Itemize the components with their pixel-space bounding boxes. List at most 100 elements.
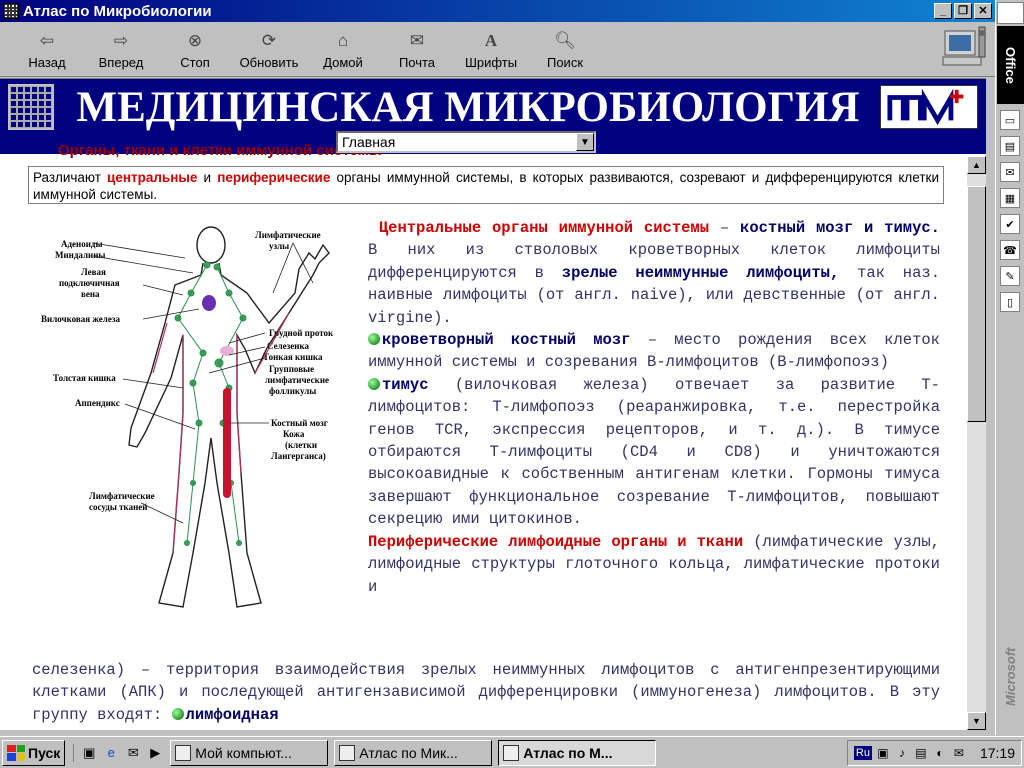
journal-icon[interactable]: ▯ (1000, 292, 1020, 312)
figure-label: Левая (81, 267, 106, 277)
task-my-computer[interactable]: Мой компьют... (170, 739, 329, 766)
figure-label: Тонкая кишка (263, 352, 323, 362)
banner-title: МЕДИЦИНСКАЯ МИКРОБИОЛОГИЯ (76, 84, 860, 131)
outlook-express-icon[interactable]: ✉ (124, 744, 142, 762)
intro-box: Различают центральные и периферические о… (28, 166, 944, 204)
fonts-button[interactable]: A Шрифты (454, 22, 528, 74)
windows-logo-icon (7, 744, 25, 761)
window-title: Атлас по Микробиологии (23, 2, 212, 20)
office-menu-button[interactable] (997, 2, 1024, 24)
forward-button[interactable]: ⇨ Вперед (84, 22, 158, 74)
thymus-title: тимус (382, 375, 429, 394)
figure-label: лимфатические (265, 375, 329, 385)
search-icon: 🔍︎ (554, 31, 576, 50)
my-computer-icon (175, 744, 192, 761)
figure-label: Селезенка (267, 341, 309, 351)
page-select-value: Главная (342, 134, 396, 150)
refresh-button[interactable]: ⟳ Обновить (232, 22, 306, 74)
task-atlas-2[interactable]: Атлас по М... (498, 739, 657, 766)
page-select[interactable]: Главная ▼ (336, 131, 596, 153)
bullet-icon (171, 707, 184, 720)
figure-label: Групповые (269, 364, 314, 374)
article-text-right: Центральные органы иммунной системы – ко… (368, 219, 940, 596)
vertical-scrollbar[interactable]: ▲ ▼ (967, 156, 986, 730)
office-shortcut-bar: Office ▭ ▤ ✉ ▦ ✔ ☎ ✎ ▯ Microsoft (995, 0, 1024, 735)
scroll-thumb[interactable] (967, 186, 986, 422)
figure-label: фолликулы (269, 386, 316, 396)
figure-label: вена (81, 289, 100, 299)
note-icon[interactable]: ✎ (1000, 266, 1020, 286)
volume-icon[interactable]: ♪ (894, 745, 910, 761)
contacts-icon[interactable]: ☎ (1000, 240, 1020, 260)
immune-system-figure: Аденоиды Миндалины Левая подключичная ве… (33, 223, 358, 639)
intro-peripheral: периферические (217, 170, 331, 185)
computer-icon (942, 26, 986, 66)
clock[interactable]: 17:19 (980, 745, 1015, 761)
site-logo-right (880, 85, 978, 129)
start-button[interactable]: Пуск (2, 739, 66, 766)
maximize-button[interactable]: ❐ (954, 3, 972, 19)
figure-label: (клетки (285, 440, 317, 450)
taskbar: Пуск ▣ e ✉ ▶ Мой компьют... Атлас по Мик… (0, 736, 1024, 768)
figure-label: Кожа (283, 429, 305, 439)
arrow-left-icon: ⇦ (39, 31, 55, 50)
outlook-icon[interactable]: ✉ (1000, 162, 1020, 182)
central-title: Центральные органы иммунной системы (378, 219, 710, 237)
antivirus-icon[interactable]: ◐ (932, 745, 948, 761)
scroll-up-button[interactable]: ▲ (967, 156, 986, 174)
system-tray: Ru ▣ ♪ ▤ ◐ ✉ 17:19 (846, 739, 1022, 766)
desktop-icon[interactable]: ▣ (80, 744, 98, 762)
calendar-icon[interactable]: ▦ (1000, 188, 1020, 208)
search-button[interactable]: 🔍︎ Поиск (528, 22, 602, 74)
mail-button[interactable]: ✉ Почта (380, 22, 454, 74)
figure-label: сосуды тканей (89, 502, 147, 512)
figure-label: Толстая кишка (53, 373, 116, 383)
figure-label: узлы (269, 241, 289, 251)
figure-label: Аппендикс (75, 398, 120, 408)
home-button[interactable]: ⌂ Домой (306, 22, 380, 74)
title-bar: Атлас по Микробиологии _ ❐ ✕ (0, 0, 995, 22)
chevron-down-icon[interactable]: ▼ (576, 133, 594, 151)
new-document-icon[interactable]: ▭ (1000, 110, 1020, 130)
stop-button[interactable]: ⊗ Стоп (158, 22, 232, 74)
office-label: Office (997, 26, 1024, 104)
article-text-full: селезенка) – территория взаимодействия з… (32, 661, 940, 724)
tray-app-icon[interactable]: ▤ (913, 745, 929, 761)
network-icon[interactable]: ▣ (875, 745, 891, 761)
media-player-icon[interactable]: ▶ (146, 744, 164, 762)
figure-label: Аденоиды (61, 239, 103, 249)
peripheral-title: Периферические лимфоидные органы и ткани (368, 532, 744, 551)
atlas-icon (339, 744, 356, 761)
figure-label: подключичная (59, 278, 120, 288)
office-brand: Microsoft (1003, 647, 1018, 707)
mail-notify-icon[interactable]: ✉ (951, 745, 967, 761)
figure-label: Вилочковая железа (41, 314, 120, 324)
task-atlas-1[interactable]: Атлас по Мик... (334, 739, 493, 766)
bullet-icon (368, 333, 380, 346)
arrow-right-icon: ⇨ (113, 31, 129, 50)
intro-central: центральные (107, 170, 198, 185)
font-icon: A (484, 31, 498, 50)
app-icon[interactable] (3, 3, 19, 19)
figure-label: Костный мозг (271, 418, 328, 428)
scroll-down-button[interactable]: ▼ (967, 712, 986, 730)
task-icon[interactable]: ✔ (1000, 214, 1020, 234)
bullet-icon (368, 377, 380, 390)
marrow-title: кроветворный костный мозг (382, 331, 631, 350)
content-area: МЕДИЦИНСКАЯ МИКРОБИОЛОГИЯ Органы, ткани … (0, 78, 986, 730)
back-button[interactable]: ⇦ Назад (10, 22, 84, 74)
toolbar: ⇦ Назад ⇨ Вперед ⊗ Стоп ⟳ Обновить ⌂ Дом… (0, 22, 995, 77)
refresh-icon: ⟳ (261, 31, 277, 50)
minimize-button[interactable]: _ (934, 3, 952, 19)
ie-icon[interactable]: e (102, 744, 120, 762)
figure-label: Лангерганса) (271, 451, 326, 461)
figure-label: Миндалины (55, 250, 105, 260)
home-icon: ⌂ (337, 31, 349, 50)
language-indicator[interactable]: Ru (853, 745, 872, 760)
section-title: Органы, ткани и клетки иммунной системы (58, 142, 382, 159)
mail-icon: ✉ (409, 31, 425, 50)
open-folder-icon[interactable]: ▤ (1000, 136, 1020, 156)
figure-label: Лимфатические (89, 491, 155, 501)
close-button[interactable]: ✕ (974, 3, 992, 19)
atlas-icon (503, 744, 520, 761)
